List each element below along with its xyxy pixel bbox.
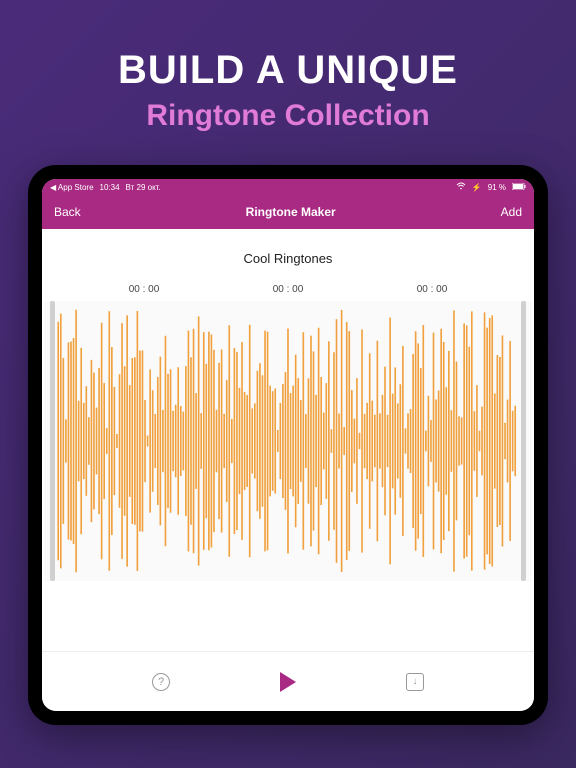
promo-background: BUILD A UNIQUE Ringtone Collection ◀ App… (0, 0, 576, 768)
time-markers: 00 : 00 00 : 00 00 : 00 (42, 284, 534, 295)
editor-toolbar: ? (42, 651, 534, 711)
play-button[interactable] (280, 672, 296, 692)
time-marker: 00 : 00 (417, 284, 448, 295)
promo-headline: BUILD A UNIQUE Ringtone Collection (118, 48, 458, 133)
help-button[interactable]: ? (152, 673, 170, 691)
time-marker: 00 : 00 (129, 284, 160, 295)
export-button[interactable] (406, 673, 424, 691)
editor-content: Cool Ringtones 00 : 00 00 : 00 00 : 00 ? (42, 229, 534, 711)
track-title: Cool Ringtones (42, 251, 534, 266)
battery-icon (512, 183, 526, 192)
wifi-icon (456, 182, 466, 192)
trim-handle-left[interactable] (50, 301, 55, 581)
waveform[interactable] (44, 301, 532, 581)
back-button[interactable]: Back (54, 205, 81, 219)
nav-bar: Back Ringtone Maker Add (42, 195, 534, 229)
add-button[interactable]: Add (501, 205, 522, 219)
promo-line2: Ringtone Collection (118, 99, 458, 133)
status-date: Вт 29 окт. (126, 183, 161, 192)
device-frame: ◀ App Store 10:34 Вт 29 окт. ⚡ 91 % Back (28, 165, 548, 725)
trim-handle-right[interactable] (521, 301, 526, 581)
nav-title: Ringtone Maker (246, 205, 336, 219)
waveform-svg (44, 301, 532, 581)
status-battery: 91 % (488, 183, 506, 192)
status-back-to-app[interactable]: ◀ App Store (50, 183, 94, 192)
device-screen: ◀ App Store 10:34 Вт 29 окт. ⚡ 91 % Back (42, 179, 534, 711)
promo-line1: BUILD A UNIQUE (118, 48, 458, 93)
charging-icon: ⚡ (472, 183, 482, 192)
status-time: 10:34 (100, 183, 120, 192)
time-marker: 00 : 00 (273, 284, 304, 295)
status-bar: ◀ App Store 10:34 Вт 29 окт. ⚡ 91 % (42, 179, 534, 195)
question-icon: ? (158, 676, 164, 688)
